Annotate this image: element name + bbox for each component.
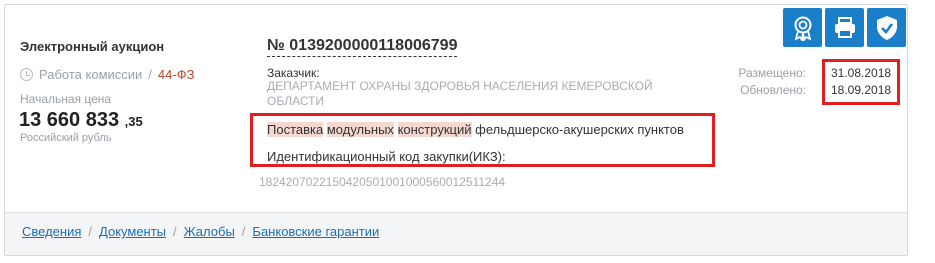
footer-separator: / xyxy=(241,224,246,239)
tab-bank-guarantees[interactable]: Банковские гарантии xyxy=(252,224,379,239)
procurement-type: Электронный аукцион xyxy=(20,39,165,54)
purchase-number-link[interactable]: № 0139200000118006799 xyxy=(267,37,458,57)
protection-button[interactable] xyxy=(867,8,906,47)
purchase-card: Электронный аукцион Работа комиссии / 44… xyxy=(4,4,908,256)
customer-label: Заказчик: xyxy=(267,66,320,80)
law-label: 44-ФЗ xyxy=(157,67,195,82)
updated-label: Обновлено: xyxy=(740,83,806,97)
card-footer: Сведения / Документы / Жалобы / Банковск… xyxy=(5,212,907,255)
price-label: Начальная цена xyxy=(20,92,112,106)
tab-complaints[interactable]: Жалобы xyxy=(184,224,235,239)
stage-separator: / xyxy=(148,67,152,82)
currency-label: Российский рубль xyxy=(20,132,112,144)
price-cents: ,35 xyxy=(124,114,143,129)
initial-price: 13 660 833 ,35 xyxy=(19,109,143,132)
tab-details[interactable]: Сведения xyxy=(22,224,81,239)
footer-separator: / xyxy=(173,224,177,239)
tab-documents[interactable]: Документы xyxy=(99,224,166,239)
stage-label: Работа комиссии xyxy=(39,67,143,82)
procurement-stage: Работа комиссии / 44-ФЗ xyxy=(20,67,194,82)
print-button[interactable] xyxy=(825,8,864,47)
ikz-value: 1824207022150420501001000560012511244 xyxy=(259,175,506,189)
footer-tabs: Сведения / Документы / Жалобы / Банковск… xyxy=(22,224,379,239)
highlight-box-subject xyxy=(250,113,715,167)
clock-icon xyxy=(20,68,33,81)
award-icon xyxy=(794,16,811,41)
printer-icon xyxy=(834,16,855,38)
award-button[interactable] xyxy=(783,8,822,47)
price-main: 13 660 833 xyxy=(19,109,120,131)
footer-separator: / xyxy=(88,224,93,239)
action-buttons xyxy=(783,8,906,47)
customer-name-link[interactable]: ДЕПАРТАМЕНТ ОХРАНЫ ЗДОРОВЬЯ НАСЕЛЕНИЯ КЕ… xyxy=(267,79,687,109)
highlight-box-dates xyxy=(822,59,900,105)
placed-label: Размещено: xyxy=(738,66,806,80)
shield-check-icon xyxy=(876,15,897,40)
